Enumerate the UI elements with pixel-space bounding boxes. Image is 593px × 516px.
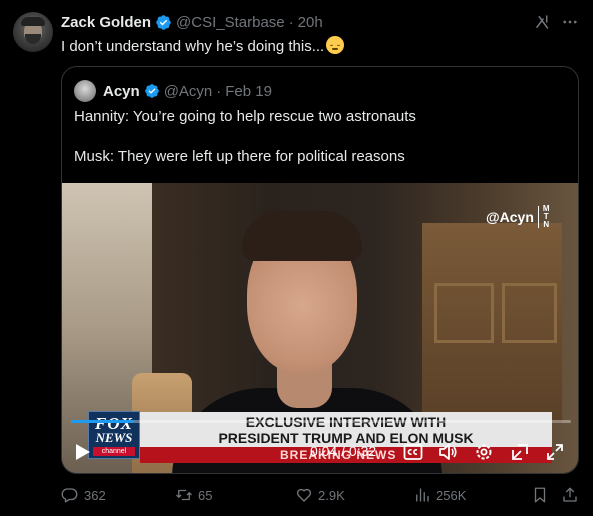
avatar-beard: [25, 34, 41, 44]
video-person-hair: [242, 211, 362, 261]
author-name[interactable]: Zack Golden: [61, 14, 151, 31]
video-background-panel: [434, 283, 494, 343]
quoted-verified-badge-icon: [144, 84, 159, 98]
verified-badge-icon: [156, 14, 171, 30]
author-avatar[interactable]: [13, 12, 53, 52]
grok-icon[interactable]: [534, 13, 552, 31]
tweet-header: Zack Golden @CSI_Starbase · 20h: [61, 13, 323, 31]
video-player[interactable]: @Acyn M T N FOX NEWS channel EXCLUSIVE I…: [62, 183, 578, 473]
quoted-tweet-date: Feb 19: [225, 82, 272, 100]
quoted-text-line: Hannity: You’re going to help rescue two…: [74, 108, 416, 125]
views-count: 256K: [436, 487, 467, 503]
like-count: 2.9K: [318, 487, 345, 503]
tweet[interactable]: Zack Golden @CSI_Starbase · 20h I don’t …: [0, 0, 593, 516]
video-controls: 0:04 / 0:32: [62, 433, 578, 473]
settings-gear-icon[interactable]: [474, 442, 494, 462]
tweet-actions: 362 65 2.9K 256K: [61, 484, 581, 506]
picture-in-picture-icon[interactable]: [510, 442, 530, 462]
closed-captions-icon[interactable]: [403, 443, 423, 461]
quoted-author-handle: @Acyn: [163, 82, 213, 100]
analytics-icon: [416, 488, 429, 502]
quoted-text-line: Musk: They were left up there for politi…: [74, 148, 405, 165]
repost-count: 65: [198, 487, 213, 503]
reply-button[interactable]: 362: [61, 484, 106, 506]
watermark-mtn-logo: M T N: [542, 204, 550, 229]
video-progress-bar[interactable]: [71, 420, 571, 423]
reply-icon: [61, 488, 78, 503]
more-options-icon[interactable]: [561, 13, 579, 31]
watermark-separator: [537, 206, 539, 228]
video-timecode: 0:04 / 0:32: [310, 443, 377, 459]
tweet-timestamp[interactable]: 20h: [298, 14, 323, 31]
tweet-text-content: I don’t understand why he’s doing this..…: [61, 38, 325, 55]
tweet-text: I don’t understand why he’s doing this..…: [61, 36, 345, 57]
relieved-face-emoji-icon: [326, 36, 345, 54]
share-button[interactable]: [561, 484, 579, 506]
quoted-tweet-text: Hannity: You’re going to help rescue two…: [74, 107, 416, 167]
play-icon[interactable]: [75, 443, 91, 461]
quoted-author-avatar[interactable]: [74, 80, 96, 102]
bookmark-button[interactable]: [531, 484, 549, 506]
video-watermark: @Acyn M T N: [486, 205, 550, 229]
avatar-cap: [21, 17, 45, 26]
like-button[interactable]: 2.9K: [295, 484, 345, 506]
reply-count: 362: [84, 487, 106, 503]
repost-icon: [176, 489, 192, 501]
quoted-text-gap: [74, 127, 416, 147]
quoted-tweet-header: Acyn @Acyn · Feb 19: [103, 81, 272, 101]
author-handle[interactable]: @CSI_Starbase: [176, 14, 285, 31]
quoted-author-name: Acyn: [103, 82, 140, 100]
quoted-separator-dot: ·: [216, 82, 222, 100]
quoted-tweet[interactable]: Acyn @Acyn · Feb 19 Hannity: You’re goin…: [61, 66, 579, 474]
video-background-panel: [502, 283, 557, 343]
volume-icon[interactable]: [438, 442, 458, 462]
heart-icon: [296, 488, 312, 502]
views-button[interactable]: 256K: [413, 484, 466, 506]
share-icon: [563, 487, 577, 502]
video-progress-fill: [71, 420, 134, 423]
separator-dot: ·: [288, 13, 294, 31]
watermark-handle: @Acyn: [486, 209, 534, 225]
fullscreen-icon[interactable]: [545, 442, 565, 462]
repost-button[interactable]: 65: [175, 484, 212, 506]
bookmark-icon: [534, 487, 546, 503]
